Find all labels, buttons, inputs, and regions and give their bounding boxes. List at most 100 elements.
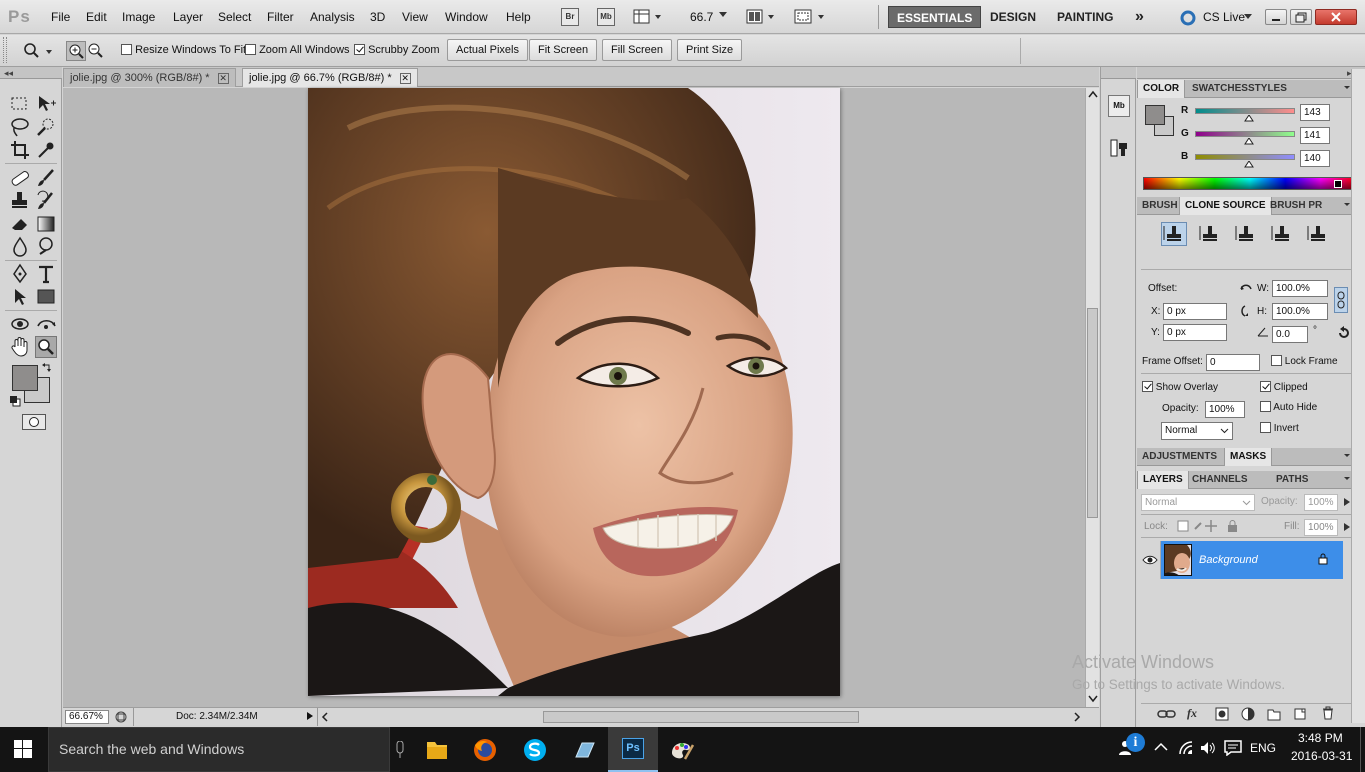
b-value-field[interactable]: 140 — [1300, 150, 1330, 167]
scrubby-zoom-option[interactable]: Scrubby Zoom — [354, 43, 440, 56]
bridge-button[interactable]: Br — [561, 8, 579, 26]
healing-brush-tool-icon[interactable] — [9, 167, 31, 189]
lasso-tool-icon[interactable] — [9, 116, 31, 138]
flip-horizontal-icon[interactable] — [1239, 281, 1253, 293]
marquee-tool-icon[interactable] — [9, 93, 31, 115]
paint-icon[interactable] — [663, 733, 699, 767]
eyedropper-tool-icon[interactable] — [35, 139, 57, 161]
menu-3d[interactable]: 3D — [370, 10, 385, 24]
cs-live-menu[interactable]: CS Live — [1203, 10, 1245, 24]
menu-select[interactable]: Select — [218, 10, 251, 24]
menu-filter[interactable]: Filter — [267, 10, 294, 24]
clock-time[interactable]: 3:48 PM — [1298, 731, 1343, 745]
menu-window[interactable]: Window — [445, 10, 488, 24]
menu-file[interactable]: File — [51, 10, 70, 24]
clone-source-4-icon[interactable] — [1270, 223, 1294, 245]
invert-option[interactable]: Invert — [1260, 422, 1299, 434]
clone-source-panel-icon[interactable] — [1108, 137, 1130, 159]
w-scale-field[interactable]: 100.0% — [1272, 280, 1328, 297]
zoom-out-icon[interactable] — [86, 41, 106, 61]
3d-rotate-tool-icon[interactable] — [9, 313, 31, 335]
scroll-left-icon[interactable] — [321, 712, 329, 722]
g-value-field[interactable]: 141 — [1300, 127, 1330, 144]
default-colors-icon[interactable] — [9, 395, 21, 407]
layer-blend-mode-select[interactable]: Normal — [1141, 494, 1255, 511]
add-mask-icon[interactable] — [1215, 707, 1229, 721]
close-button[interactable] — [1315, 9, 1357, 25]
adjustment-layer-icon[interactable] — [1241, 707, 1255, 721]
panels-scrollbar[interactable] — [1351, 69, 1365, 723]
status-menu-arrow-icon[interactable] — [306, 711, 314, 721]
h-scale-field[interactable]: 100.0% — [1272, 303, 1328, 320]
pen-tool-icon[interactable] — [9, 263, 31, 285]
tab-jolie-66[interactable]: jolie.jpg @ 66.7% (RGB/8#) * ✕ — [242, 68, 418, 87]
b-slider-handle[interactable] — [1244, 161, 1254, 168]
scroll-down-icon[interactable] — [1088, 695, 1098, 703]
clipped-option[interactable]: Clipped — [1260, 381, 1308, 393]
print-size-button[interactable]: Print Size — [677, 39, 743, 61]
lock-frame-option[interactable]: Lock Frame — [1271, 355, 1338, 367]
gradient-tool-icon[interactable] — [35, 213, 57, 235]
fill-field[interactable]: 100% — [1304, 519, 1338, 536]
color-fg-swatch[interactable] — [1145, 105, 1165, 125]
app-pad-icon[interactable] — [566, 733, 602, 767]
zoom-all-checkbox[interactable] — [245, 43, 256, 55]
clone-source-3-icon[interactable] — [1234, 223, 1258, 245]
zoom-tool-preset-icon[interactable] — [22, 42, 54, 60]
menu-analysis[interactable]: Analysis — [310, 10, 355, 24]
clock-date[interactable]: 2016-03-31 — [1291, 749, 1352, 763]
show-desktop-button[interactable] — [1360, 727, 1365, 772]
r-value-field[interactable]: 143 — [1300, 104, 1330, 121]
zoom-level-dropdown[interactable]: 66.7 — [690, 10, 713, 24]
angle-field[interactable]: 0.0 — [1272, 326, 1308, 343]
auto-hide-option[interactable]: Auto Hide — [1260, 401, 1317, 413]
scroll-right-icon[interactable] — [1073, 712, 1081, 722]
workspace-painting[interactable]: PAINTING — [1049, 6, 1121, 28]
scroll-thumb[interactable] — [1087, 308, 1098, 518]
blur-tool-icon[interactable] — [9, 236, 31, 258]
y-offset-field[interactable]: 0 px — [1163, 324, 1227, 341]
scroll-up-icon[interactable] — [1088, 90, 1098, 98]
auto-hide-checkbox[interactable] — [1260, 401, 1271, 412]
tab-brush-presets[interactable]: BRUSH PR — [1265, 197, 1323, 215]
fill-arrow-icon[interactable] — [1343, 522, 1351, 532]
status-info-icon[interactable] — [115, 711, 127, 723]
zoom-all-option[interactable]: Zoom All Windows — [245, 43, 350, 56]
minimize-button[interactable] — [1265, 9, 1287, 25]
history-brush-tool-icon[interactable] — [35, 190, 57, 212]
document-image[interactable] — [308, 88, 840, 696]
frame-offset-field[interactable]: 0 — [1206, 354, 1260, 371]
zoom-in-icon[interactable] — [66, 41, 86, 61]
layer-visibility-icon[interactable] — [1141, 541, 1161, 579]
x-offset-field[interactable]: 0 px — [1163, 303, 1227, 320]
quick-selection-tool-icon[interactable] — [35, 116, 57, 138]
input-language[interactable]: ENG — [1250, 741, 1276, 755]
brush-tool-icon[interactable] — [35, 167, 57, 189]
tab-styles[interactable]: STYLES — [1243, 80, 1292, 98]
tab-clone-source[interactable]: CLONE SOURCE — [1179, 197, 1272, 215]
clone-source-1-icon[interactable] — [1161, 222, 1187, 246]
close-tab-icon[interactable]: ✕ — [399, 72, 411, 84]
g-slider[interactable] — [1195, 131, 1295, 137]
link-scale-icon[interactable] — [1334, 287, 1348, 313]
layer-style-button[interactable]: fx — [1187, 706, 1197, 721]
minibridge-panel-icon[interactable]: Mb — [1108, 95, 1130, 117]
new-layer-icon[interactable] — [1293, 707, 1307, 721]
actual-pixels-button[interactable]: Actual Pixels — [447, 39, 528, 61]
show-hidden-icons-icon[interactable] — [1154, 742, 1168, 752]
clipped-checkbox[interactable] — [1260, 381, 1271, 392]
microphone-icon[interactable] — [396, 741, 404, 759]
r-slider[interactable] — [1195, 108, 1295, 114]
type-tool-icon[interactable] — [35, 263, 57, 285]
menu-layer[interactable]: Layer — [173, 10, 203, 24]
horizontal-scroll-thumb[interactable] — [543, 711, 859, 723]
delete-layer-icon[interactable] — [1321, 706, 1335, 720]
tab-channels[interactable]: CHANNELS — [1187, 471, 1253, 489]
screen-mode-icon[interactable] — [794, 9, 826, 25]
clone-source-5-icon[interactable] — [1306, 223, 1330, 245]
fill-screen-button[interactable]: Fill Screen — [602, 39, 672, 61]
tab-brush[interactable]: BRUSH — [1137, 197, 1183, 215]
b-slider[interactable] — [1195, 154, 1295, 160]
arrange-documents-icon[interactable] — [746, 9, 776, 25]
invert-checkbox[interactable] — [1260, 422, 1271, 433]
